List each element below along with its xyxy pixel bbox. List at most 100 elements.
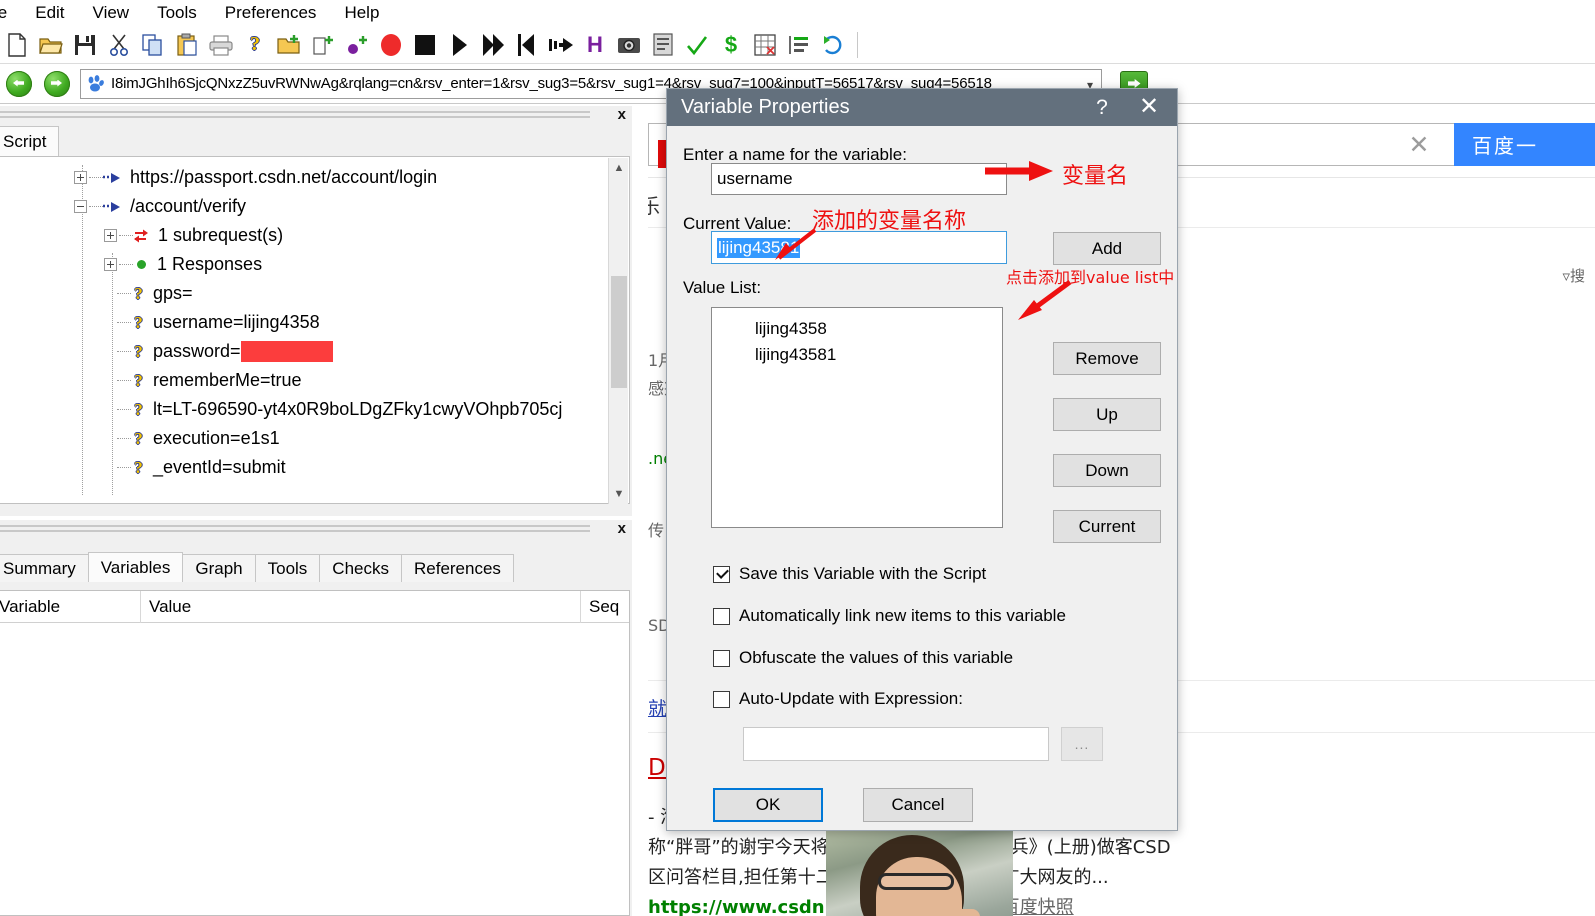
new-document-icon[interactable] xyxy=(0,28,34,62)
tree-item-login[interactable]: https://passport.csdn.net/account/login xyxy=(74,163,437,192)
scroll-down-icon[interactable]: ▼ xyxy=(609,484,629,504)
tree-scrollbar[interactable]: ▲ ▼ xyxy=(608,158,628,504)
down-button[interactable]: Down xyxy=(1053,454,1161,487)
variables-tabstrip: Summary Variables Graph Tools Checks Ref… xyxy=(0,552,514,582)
refresh-icon[interactable] xyxy=(816,28,850,62)
menu-edit[interactable]: Edit xyxy=(21,3,78,23)
play-icon[interactable] xyxy=(442,28,476,62)
tab-checks[interactable]: Checks xyxy=(319,554,402,582)
menu-preferences[interactable]: Preferences xyxy=(211,3,331,23)
tree-item-rememberme[interactable]: ? rememberMe=true xyxy=(104,366,302,395)
fast-forward-icon[interactable] xyxy=(476,28,510,62)
current-button[interactable]: Current xyxy=(1053,510,1161,543)
help-icon[interactable]: ? xyxy=(1085,92,1119,123)
copy-icon[interactable] xyxy=(136,28,170,62)
expression-browse-button[interactable]: ... xyxy=(1061,727,1103,761)
tab-summary[interactable]: Summary xyxy=(0,554,89,582)
save-disk-icon[interactable] xyxy=(68,28,102,62)
print-icon[interactable] xyxy=(204,28,238,62)
stop-square-icon[interactable] xyxy=(408,28,442,62)
menu-help[interactable]: Help xyxy=(330,3,393,23)
pane-drag-grip[interactable] xyxy=(0,523,590,535)
camera-icon[interactable] xyxy=(612,28,646,62)
tab-variables[interactable]: Variables xyxy=(87,552,184,582)
pane-drag-grip[interactable] xyxy=(0,109,590,121)
tree-item-lt[interactable]: ? lt=LT-696590-yt4x0R9boLDgZFky1cwyVOhpb… xyxy=(104,395,562,424)
expander-plus-icon[interactable] xyxy=(74,171,87,184)
tree-item-eventid[interactable]: ? _eventId=submit xyxy=(104,453,286,482)
list-indent-icon[interactable] xyxy=(782,28,816,62)
menu-file[interactable]: le xyxy=(0,3,21,23)
list-item[interactable]: lijing43581 xyxy=(712,342,1002,368)
header-h-icon[interactable]: H xyxy=(578,28,612,62)
value-listbox[interactable]: lijing4358 lijing43581 xyxy=(711,307,1003,528)
help-question-icon[interactable]: ? xyxy=(238,28,272,62)
open-folder-icon[interactable] xyxy=(34,28,68,62)
expander-plus-icon[interactable] xyxy=(104,258,117,271)
new-page-icon[interactable] xyxy=(306,28,340,62)
forward-arrow-icon[interactable] xyxy=(44,70,70,97)
new-item-icon[interactable] xyxy=(340,28,374,62)
result-thumbnail-image[interactable] xyxy=(826,823,1013,916)
checkbox-box[interactable] xyxy=(713,649,730,667)
skip-back-icon[interactable] xyxy=(510,28,544,62)
dialog-title-bar[interactable]: Variable Properties ? ✕ xyxy=(667,89,1177,126)
close-icon[interactable]: ✕ xyxy=(1127,92,1171,123)
menu-tools[interactable]: Tools xyxy=(143,3,211,23)
checkbox-auto-update[interactable]: Auto-Update with Expression: xyxy=(713,689,963,709)
menu-view[interactable]: View xyxy=(79,3,144,23)
script-tree[interactable]: https://passport.csdn.net/account/login … xyxy=(0,156,630,504)
record-circle-icon[interactable] xyxy=(374,28,408,62)
column-seq[interactable]: Seq xyxy=(581,591,629,623)
close-icon[interactable]: x xyxy=(618,106,626,123)
back-arrow-icon[interactable] xyxy=(6,70,32,97)
checkbox-box[interactable] xyxy=(713,690,730,708)
cut-scissors-icon[interactable] xyxy=(102,28,136,62)
report-icon[interactable] xyxy=(646,28,680,62)
tab-script[interactable]: Script xyxy=(0,126,60,156)
tree-item-gps[interactable]: ? gps= xyxy=(104,279,193,308)
checkbox-auto-link[interactable]: Automatically link new items to this var… xyxy=(713,606,1066,626)
checkbox-box[interactable] xyxy=(713,607,730,625)
cancel-button[interactable]: Cancel xyxy=(863,788,973,822)
close-icon[interactable]: x xyxy=(618,520,626,537)
list-item[interactable]: lijing4358 xyxy=(712,316,1002,342)
checkbox-box[interactable] xyxy=(713,565,730,583)
tab-references[interactable]: References xyxy=(400,554,514,582)
tree-item-password[interactable]: ? password= xyxy=(104,337,333,366)
current-value-input[interactable]: lijing43581 xyxy=(711,231,1007,264)
column-variable[interactable]: Variable xyxy=(0,590,141,623)
paste-clipboard-icon[interactable] xyxy=(170,28,204,62)
scrollbar-thumb[interactable] xyxy=(611,276,627,388)
check-icon[interactable] xyxy=(680,28,714,62)
tab-tools[interactable]: Tools xyxy=(254,554,321,582)
tree-item-verify[interactable]: /account/verify xyxy=(74,192,246,221)
tree-item-responses[interactable]: 1 Responses xyxy=(104,250,262,279)
expander-minus-icon[interactable] xyxy=(74,200,87,213)
clear-x-icon[interactable]: ✕ xyxy=(1406,132,1432,159)
expression-input[interactable] xyxy=(743,727,1049,761)
variable-name-input[interactable]: username xyxy=(711,163,1007,195)
tab-graph[interactable]: Graph xyxy=(182,554,256,582)
tree-connector xyxy=(117,380,131,381)
tree-item-subrequests[interactable]: 1 subrequest(s) xyxy=(104,221,283,250)
expander-plus-icon[interactable] xyxy=(104,229,117,242)
baidu-search-button[interactable]: 百度一 xyxy=(1454,123,1595,166)
nav-item-0[interactable]: 乐 xyxy=(648,190,660,219)
grid-icon[interactable] xyxy=(748,28,782,62)
up-button[interactable]: Up xyxy=(1053,398,1161,431)
tree-item-execution[interactable]: ? execution=e1s1 xyxy=(104,424,280,453)
column-value[interactable]: Value xyxy=(141,590,581,623)
step-icon[interactable] xyxy=(544,28,578,62)
new-folder-icon[interactable] xyxy=(272,28,306,62)
dollar-icon[interactable]: $ xyxy=(714,28,748,62)
variables-grid[interactable]: Variable Value Seq xyxy=(0,590,630,916)
checkbox-obfuscate[interactable]: Obfuscate the values of this variable xyxy=(713,648,1013,668)
checkbox-save-variable[interactable]: Save this Variable with the Script xyxy=(713,564,986,584)
scroll-up-icon[interactable]: ▲ xyxy=(609,158,629,178)
add-button[interactable]: Add xyxy=(1053,232,1161,265)
remove-button[interactable]: Remove xyxy=(1053,342,1161,375)
search-filter-label[interactable]: ▿搜 xyxy=(1562,265,1585,286)
ok-button[interactable]: OK xyxy=(713,788,823,822)
tree-item-username[interactable]: ? username=lijing4358 xyxy=(104,308,320,337)
